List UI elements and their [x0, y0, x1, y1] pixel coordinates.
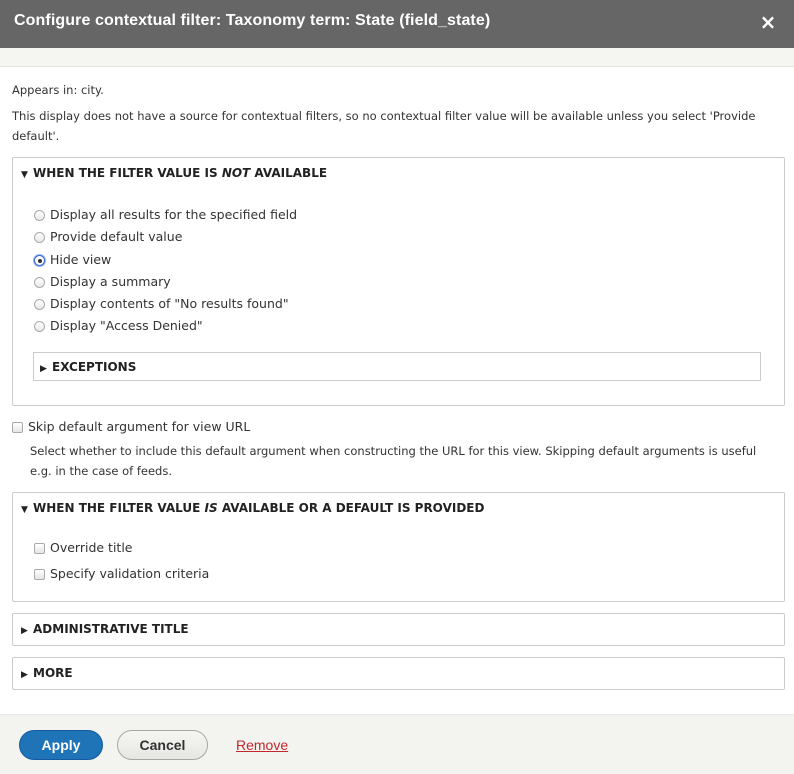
checkbox[interactable] — [34, 543, 45, 554]
triangle-right-icon: ▶ — [21, 626, 28, 636]
contextual-filter-notice: This display does not have a source for … — [12, 109, 756, 143]
not-available-legend[interactable]: ▼ WHEN THE FILTER VALUE IS NOT AVAILABLE — [21, 166, 327, 180]
triangle-down-icon: ▼ — [21, 170, 28, 180]
triangle-right-icon: ▶ — [40, 364, 47, 374]
dialog-titlebar: Configure contextual filter: Taxonomy te… — [0, 0, 794, 48]
checkbox[interactable] — [34, 569, 45, 580]
triangle-right-icon: ▶ — [21, 670, 28, 680]
radio-button[interactable] — [34, 321, 45, 332]
triangle-down-icon: ▼ — [21, 505, 28, 515]
remove-link[interactable]: Remove — [236, 737, 288, 753]
radio-button[interactable] — [34, 299, 45, 310]
radio-button-checked[interactable] — [34, 255, 45, 266]
radio-button[interactable] — [34, 232, 45, 243]
radio-button[interactable] — [34, 277, 45, 288]
dialog-footer: Apply Cancel Remove — [0, 714, 794, 774]
more-toggle[interactable]: ▶ MORE — [21, 666, 73, 680]
is-available-legend[interactable]: ▼ WHEN THE FILTER VALUE IS AVAILABLE OR A… — [21, 501, 484, 515]
apply-button[interactable]: Apply — [19, 730, 103, 760]
exceptions-fieldset: ▶ EXCEPTIONS — [33, 352, 761, 381]
administrative-title-toggle[interactable]: ▶ ADMINISTRATIVE TITLE — [21, 622, 189, 636]
skip-default-help: Select whether to include this default a… — [30, 444, 757, 478]
close-icon[interactable]: × — [758, 10, 778, 34]
exceptions-toggle[interactable]: ▶ EXCEPTIONS — [40, 360, 136, 374]
cancel-button[interactable]: Cancel — [117, 730, 208, 760]
appears-in-text: Appears in: city. — [12, 83, 104, 97]
more-fieldset: ▶ MORE — [12, 657, 785, 690]
radio-button[interactable] — [34, 210, 45, 221]
dialog-title: Configure contextual filter: Taxonomy te… — [14, 12, 491, 29]
checkbox[interactable] — [12, 422, 23, 433]
dialog-header-divider — [0, 48, 794, 67]
administrative-title-fieldset: ▶ ADMINISTRATIVE TITLE — [12, 613, 785, 646]
